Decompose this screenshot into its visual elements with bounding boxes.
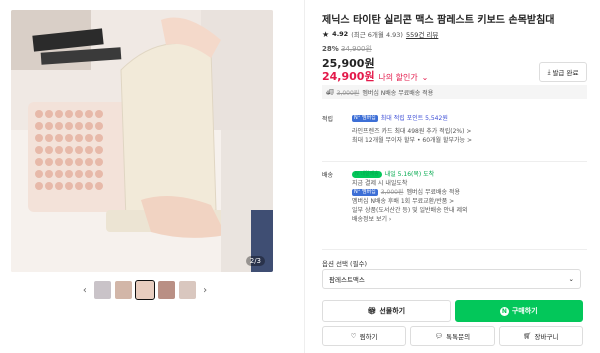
delivery-strike-fee: 3,000원 [336, 89, 360, 97]
rating-row: ★ 4.92 (최근 6개월 4.93) 559건 리뷰 [322, 29, 438, 40]
points-section: 적립 N⁺ 멤버십 최대 적립 포인트 5,542원 라인프렌즈 카드 최대 4… [322, 114, 587, 154]
coupon-button[interactable]: ⤓ 발급 완료 [539, 62, 587, 82]
product-info-panel: 제닉스 타이탄 실리콘 맥스 팜레스트 키보드 손목받침대 ★ 4.92 (최근… [322, 0, 587, 353]
thumbnail[interactable] [114, 281, 133, 299]
delivery-strip-text: 멤버십 N배송 무료배송 적용 [362, 89, 434, 97]
my-price-row: 24,900원 나의 할인가 ⌄ [322, 68, 428, 84]
gift-button-label: 선물하기 [379, 307, 406, 315]
arrival-text: 내일 5.16(목) 도착 [384, 171, 435, 178]
product-title: 제닉스 타이탄 실리콘 맥스 팜레스트 키보드 손목받침대 [322, 15, 555, 26]
shipping-section: 배송 N 내일배송 내일 5.16(목) 도착 지금 결제 시 내일도착 N⁺ … [322, 170, 587, 245]
free-shipping-text: 멤버십 무료배송 적용 [406, 189, 460, 196]
gift-icon: 🎁︎ [367, 307, 377, 315]
wish-button[interactable]: ♡ 찜하기 [322, 326, 407, 346]
order-note: 지금 결제 시 내일도착 [352, 180, 408, 187]
rating-detail: (최근 6개월 4.93) [351, 31, 403, 39]
coupon-button-label: 발급 완료 [552, 69, 579, 77]
buy-button-label: 구매하기 [511, 307, 538, 315]
delivery-strip: 🚚︎ 3,000원 멤버십 N배송 무료배송 적용 [322, 85, 587, 99]
shipping-strike-fee: 3,000원 [380, 189, 404, 196]
discount-percent: 28% [322, 45, 339, 53]
gift-button[interactable]: 🎁︎ 선물하기 [322, 300, 451, 322]
star-icon: ★ [322, 29, 330, 39]
heart-icon: ♡ [350, 332, 357, 340]
points-label: 적립 [322, 116, 334, 123]
product-gallery: 2/3 ‹ › [0, 0, 300, 353]
membership-badge: N⁺ 멤버십 [352, 189, 378, 196]
chevron-down-icon: ⌄ [568, 275, 574, 283]
thumbnail[interactable] [93, 281, 111, 299]
shipping-note: 일부 상품(도서산간 등) 및 일반배송 안내 제외 [352, 207, 468, 214]
talk-inquiry-label: 톡톡문의 [446, 333, 471, 341]
review-count-link[interactable]: 559건 리뷰 [406, 29, 438, 39]
max-points[interactable]: 최대 적립 포인트 5,542원 [381, 114, 448, 123]
keyboard-photo [11, 10, 273, 272]
talk-inquiry-button[interactable]: 💬︎ 톡톡문의 [410, 326, 495, 346]
divider [322, 249, 587, 250]
thumbnail[interactable] [179, 281, 197, 299]
option-selected: 팜레스트맥스 [329, 276, 365, 284]
chat-icon: 💬︎ [434, 332, 444, 340]
secondary-actions: ♡ 찜하기 💬︎ 톡톡문의 🛒︎ 장바구니 [322, 326, 583, 346]
cart-button[interactable]: 🛒︎ 장바구니 [498, 326, 583, 346]
divider [304, 0, 305, 353]
thumbnail-active[interactable] [135, 280, 155, 300]
shipping-info-link[interactable]: 배송정보 보기 › [352, 215, 391, 224]
rating-score: 4.92 [332, 30, 349, 38]
my-price: 24,900원 [322, 70, 375, 83]
chevron-down-icon[interactable]: ⌄ [422, 73, 429, 82]
thumbnail-strip: ‹ › [80, 278, 210, 302]
download-icon: ⤓ [547, 67, 551, 76]
option-label: 옵션 선택 (필수) [322, 260, 368, 268]
shipping-label: 배송 [322, 172, 334, 179]
next-image-icon[interactable]: › [200, 285, 210, 296]
prev-image-icon[interactable]: ‹ [80, 285, 90, 296]
tomorrow-delivery-badge: N 내일배송 [352, 171, 382, 178]
discount-row: 28% 34,900원 [322, 44, 372, 54]
installment-info[interactable]: 최대 12개월 무이자 할부 • 60개월 할부가능 > [352, 136, 472, 145]
my-price-label[interactable]: 나의 할인가 [378, 73, 417, 82]
cart-icon: 🛒︎ [523, 332, 532, 340]
cart-button-label: 장바구니 [534, 333, 559, 341]
truck-icon: 🚚︎ [326, 88, 334, 96]
thumbnail[interactable] [157, 281, 176, 299]
membership-badge: N⁺ 멤버십 [352, 115, 378, 122]
product-main-image[interactable]: 2/3 [11, 10, 273, 272]
image-counter: 2/3 [245, 256, 265, 266]
divider [322, 161, 587, 162]
option-select[interactable]: 팜레스트맥스 ⌄ [322, 269, 581, 289]
return-policy[interactable]: 멤버십 N배송 후배 1회 무료교환/반품 > [352, 197, 454, 206]
primary-actions: 🎁︎ 선물하기 N 구매하기 [322, 300, 583, 322]
buy-button[interactable]: N 구매하기 [454, 300, 583, 322]
wish-button-label: 찜하기 [359, 333, 378, 341]
original-price: 34,900원 [341, 45, 372, 53]
card-points[interactable]: 라인프렌즈 카드 최대 498원 추가 적립(2%) > [352, 127, 471, 136]
npay-icon: N [499, 306, 509, 316]
